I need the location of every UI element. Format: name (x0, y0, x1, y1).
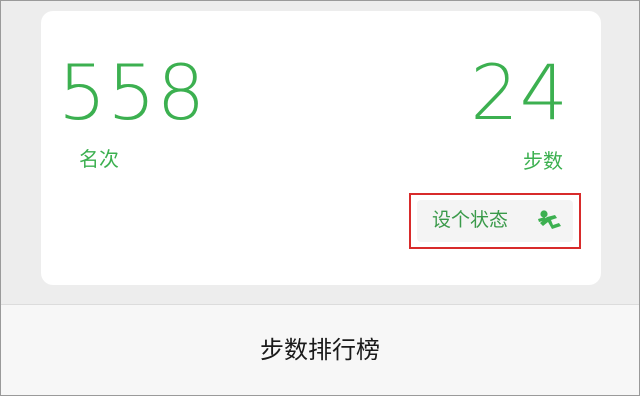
bottom-bar: 步数排行榜 (1, 305, 639, 395)
runner-icon (536, 208, 566, 234)
set-status-button[interactable]: 设个状态 (417, 200, 573, 242)
steps-label: 步数 (523, 149, 563, 173)
rank-value: 558 (58, 48, 207, 137)
set-status-highlight-box: 设个状态 (409, 193, 581, 249)
leaderboard-button[interactable]: 步数排行榜 (1, 338, 639, 362)
screen-frame: 558 名次 24 步数 设个状态 步数排行榜 (0, 0, 640, 396)
set-status-label: 设个状态 (432, 209, 509, 231)
step-stats-card: 558 名次 24 步数 设个状态 (41, 11, 601, 285)
steps-value: 24 (470, 48, 569, 137)
rank-label: 名次 (79, 147, 119, 171)
